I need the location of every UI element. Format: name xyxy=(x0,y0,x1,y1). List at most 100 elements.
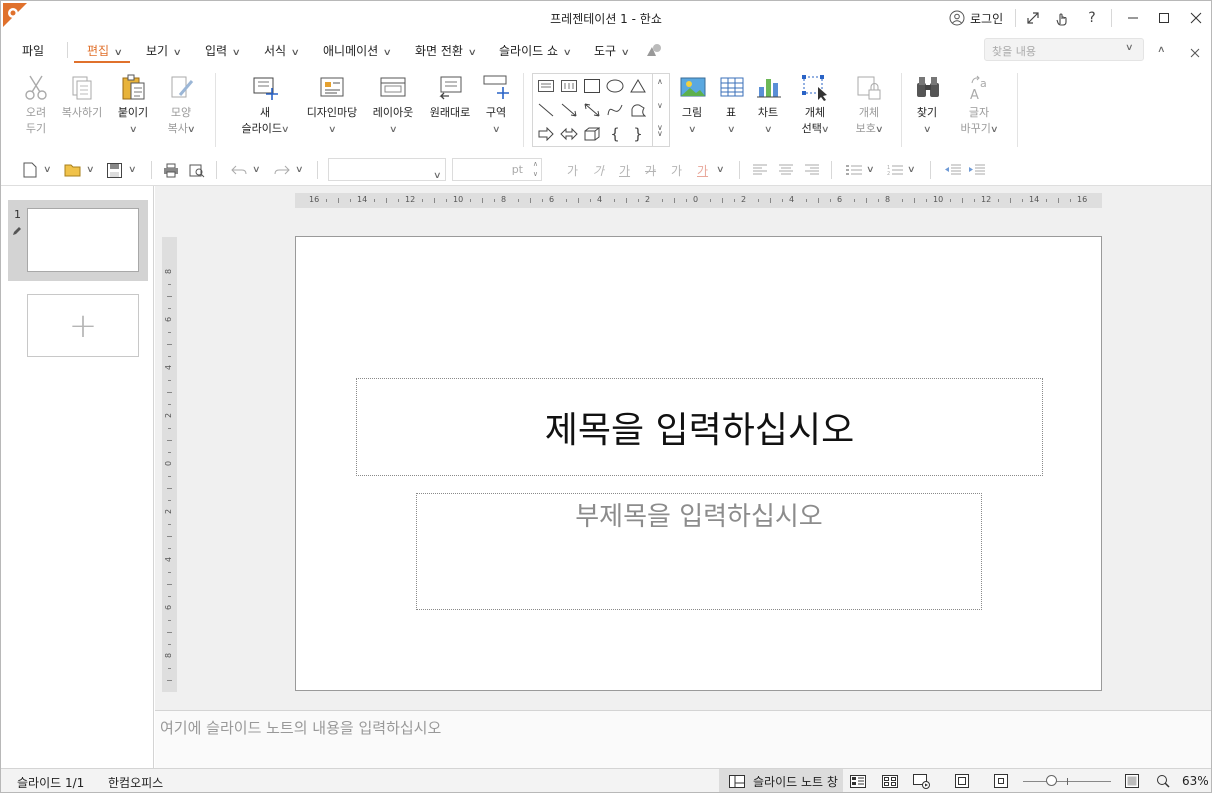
zoom-search-icon[interactable] xyxy=(1154,773,1172,789)
maximize-icon[interactable] xyxy=(1152,7,1176,29)
shadow-text-button[interactable]: 가 xyxy=(671,160,682,180)
print-preview-icon[interactable] xyxy=(189,160,205,180)
fit-slide-icon[interactable] xyxy=(1123,773,1141,789)
picture-button[interactable]: 그림 ∨ xyxy=(678,73,706,138)
align-left-icon[interactable] xyxy=(753,160,767,180)
chevron-down-icon[interactable]: ∨ xyxy=(86,160,95,180)
collapse-ribbon-icon[interactable]: ∧ xyxy=(1157,42,1166,55)
chart-button[interactable]: 차트 ∨ xyxy=(754,73,782,138)
actual-size-icon[interactable] xyxy=(992,773,1010,789)
text-box-shape-icon[interactable] xyxy=(535,76,557,96)
font-color-button[interactable]: 가 xyxy=(697,160,708,180)
fit-to-window-icon[interactable] xyxy=(953,773,971,789)
bullet-list-icon[interactable] xyxy=(846,160,862,180)
right-arrow-shape-icon[interactable] xyxy=(535,124,557,144)
slide-notes-area[interactable]: 여기에 슬라이드 노트의 내용을 입력하십시오 xyxy=(155,710,1211,768)
new-document-icon[interactable] xyxy=(23,160,37,180)
replace-button[interactable]: aA 글자 바꾸기∨ xyxy=(959,73,999,138)
search-input[interactable]: 찾을 내용 xyxy=(984,38,1144,61)
shape-gallery[interactable]: { } xyxy=(532,73,670,147)
chevron-down-icon[interactable]: ∨ xyxy=(43,160,52,180)
vertical-ruler[interactable]: 8 6 4 2 0 2 4 6 8 xyxy=(162,237,177,692)
strikethrough-button[interactable]: 가 xyxy=(645,160,656,180)
zoom-level[interactable]: 63% xyxy=(1182,774,1209,788)
left-brace-shape-icon[interactable]: { xyxy=(604,124,626,144)
find-button[interactable]: 찾기 ∨ xyxy=(913,73,941,138)
chevron-down-icon[interactable]: ∨ xyxy=(252,160,261,180)
increase-indent-icon[interactable] xyxy=(969,160,985,180)
numbered-list-icon[interactable]: 12 xyxy=(887,160,903,180)
notes-pane-toggle[interactable]: 슬라이드 노트 창 xyxy=(719,769,843,792)
chevron-down-icon[interactable]: ∨ xyxy=(295,160,304,180)
font-grow-button[interactable]: 가 xyxy=(567,160,578,180)
chevron-down-icon[interactable]: ∨ xyxy=(866,160,875,180)
rectangle-shape-icon[interactable] xyxy=(581,76,603,96)
shapes-dropdown-icon[interactable] xyxy=(646,42,662,61)
menu-animation[interactable]: 애니메이션 ∨ xyxy=(323,42,392,59)
fullscreen-icon[interactable] xyxy=(1021,7,1045,29)
chevron-down-icon[interactable]: ∨ xyxy=(716,160,725,180)
close-icon[interactable] xyxy=(1184,7,1208,29)
freeform-shape-icon[interactable] xyxy=(627,100,649,120)
menu-transition[interactable]: 화면 전환 ∨ xyxy=(415,42,477,59)
subtitle-placeholder[interactable]: 부제목을 입력하십시오 xyxy=(416,493,982,610)
help-icon[interactable]: ? xyxy=(1080,7,1104,29)
font-size-input[interactable]: pt ∧ ∨ xyxy=(452,158,542,181)
chevron-down-icon[interactable]: ∨ xyxy=(907,160,916,180)
copy-button[interactable]: 복사하기 xyxy=(57,73,107,121)
title-placeholder[interactable]: 제목을 입력하십시오 xyxy=(356,378,1043,476)
slide[interactable]: 제목을 입력하십시오 부제목을 입력하십시오 xyxy=(295,236,1102,691)
underline-button[interactable]: 가 xyxy=(619,160,630,180)
left-right-arrow-shape-icon[interactable] xyxy=(558,124,580,144)
arrow-line-shape-icon[interactable] xyxy=(558,100,580,120)
minimize-icon[interactable] xyxy=(1121,7,1145,29)
design-gallery-button[interactable]: 디자인마당 ∨ xyxy=(303,73,361,138)
touch-mode-icon[interactable] xyxy=(1050,7,1074,29)
zoom-slider-handle[interactable] xyxy=(1046,775,1057,786)
print-icon[interactable] xyxy=(163,160,179,180)
layout-button[interactable]: 레이아웃 ∨ xyxy=(367,73,419,138)
chevron-down-icon[interactable]: ∨ xyxy=(128,160,137,180)
slide-sorter-icon[interactable] xyxy=(881,773,899,789)
close-document-icon[interactable] xyxy=(1190,43,1200,62)
reset-button[interactable]: 원래대로 xyxy=(425,73,475,121)
vertical-text-box-shape-icon[interactable] xyxy=(558,76,580,96)
new-slide-button[interactable]: 새 슬라이드∨ xyxy=(235,73,295,138)
undo-icon[interactable] xyxy=(231,160,247,180)
gallery-expand-icon[interactable]: ∨ ∨ xyxy=(657,124,663,138)
triangle-shape-icon[interactable] xyxy=(627,76,649,96)
menu-edit[interactable]: 편집 ∨ xyxy=(87,42,123,59)
menu-format[interactable]: 서식 ∨ xyxy=(264,42,300,59)
chevron-down-icon[interactable]: ∨ xyxy=(1125,42,1134,53)
add-slide-button[interactable]: + xyxy=(27,294,139,357)
format-painter-button[interactable]: 모양 복사∨ xyxy=(161,73,201,138)
menu-view[interactable]: 보기 ∨ xyxy=(146,42,182,59)
decrease-indent-icon[interactable] xyxy=(945,160,961,180)
ellipse-shape-icon[interactable] xyxy=(604,76,626,96)
select-object-button[interactable]: 개체 선택∨ xyxy=(797,73,833,138)
cube-shape-icon[interactable] xyxy=(581,124,603,144)
paste-button[interactable]: 붙이기 ∨ xyxy=(113,73,153,138)
curve-shape-icon[interactable] xyxy=(604,100,626,120)
line-shape-icon[interactable] xyxy=(535,100,557,120)
protect-object-button[interactable]: 개체 보호∨ xyxy=(852,73,886,138)
menu-insert[interactable]: 입력 ∨ xyxy=(205,42,241,59)
save-icon[interactable] xyxy=(107,160,122,180)
normal-view-icon[interactable] xyxy=(849,773,867,789)
menu-slideshow[interactable]: 슬라이드 쇼 ∨ xyxy=(499,42,572,59)
horizontal-ruler[interactable]: 16 14 12 10 8 6 4 2 0 2 4 6 8 10 12 14 16 xyxy=(295,193,1102,208)
slideshow-icon[interactable] xyxy=(913,773,931,789)
login-button[interactable]: 로그인 xyxy=(949,8,1003,28)
open-folder-icon[interactable] xyxy=(64,160,82,180)
double-arrow-line-shape-icon[interactable] xyxy=(581,100,603,120)
menu-tools[interactable]: 도구 ∨ xyxy=(594,42,630,59)
section-button[interactable]: 구역 ∨ xyxy=(481,73,511,138)
align-center-icon[interactable] xyxy=(779,160,793,180)
menu-file[interactable]: 파일 xyxy=(22,42,44,59)
align-right-icon[interactable] xyxy=(805,160,819,180)
cut-button[interactable]: 오려 두기 xyxy=(19,73,53,137)
right-brace-shape-icon[interactable]: } xyxy=(627,124,649,144)
italic-button[interactable]: 가 xyxy=(593,160,604,180)
font-name-select[interactable]: ∨ xyxy=(328,158,446,181)
gallery-scroll-down-icon[interactable]: ∨ xyxy=(657,101,663,110)
